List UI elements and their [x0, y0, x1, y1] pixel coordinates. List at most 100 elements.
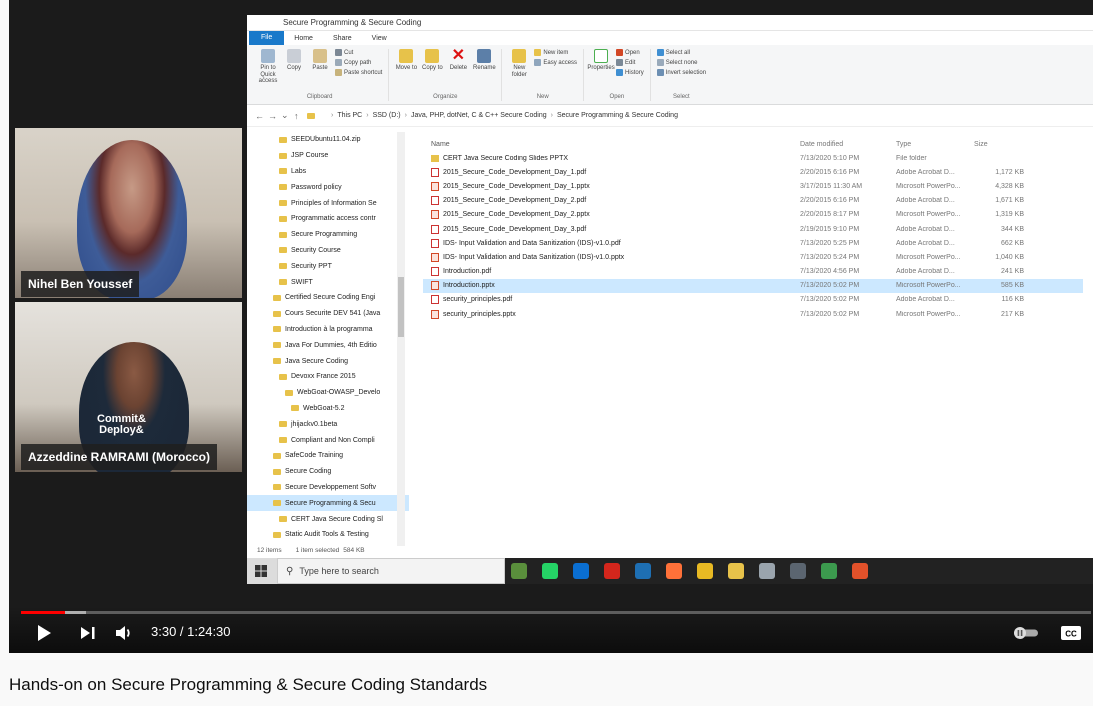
column-name[interactable]: Name [423, 141, 800, 148]
nav-item[interactable]: JSP Course [247, 148, 409, 164]
nav-item[interactable]: Introduction à la programma [247, 322, 409, 338]
rename-button[interactable]: Rename [473, 49, 496, 72]
app-icon[interactable] [852, 563, 868, 579]
folder-icon [279, 168, 287, 175]
file-row[interactable]: CERT Java Secure Coding Slides PPTX 7/13/… [423, 151, 1083, 165]
nav-item[interactable]: Certified Secure Coding Engi [247, 290, 409, 306]
tab-view[interactable]: View [362, 35, 397, 42]
nav-item[interactable]: CERT Java Secure Coding Sl [247, 511, 409, 527]
nav-item[interactable]: Static Audit Tools & Testing [247, 527, 409, 543]
column-size[interactable]: Size [974, 141, 1024, 148]
file-explorer-icon[interactable] [728, 563, 744, 579]
file-row[interactable]: Introduction.pptx 7/13/2020 5:02 PM Micros… [423, 278, 1083, 293]
properties-button[interactable]: Properties [587, 49, 615, 72]
nav-item[interactable]: Secure Developpement Softv [247, 480, 409, 496]
nav-item[interactable]: Password policy [247, 179, 409, 195]
copy-path-button[interactable]: Copy path [335, 59, 382, 66]
nav-item[interactable]: Security Course [247, 243, 409, 259]
captions-button[interactable]: CC [1060, 623, 1082, 643]
video-player[interactable]: Nihel Ben Youssef Commit& Deploy& Azzeddi… [9, 0, 1093, 653]
nav-item[interactable]: WebGoat-OWASP_Develo [247, 385, 409, 401]
file-row[interactable]: IDS- Input Validation and Data Sanitizat… [423, 236, 1083, 250]
nav-item[interactable]: SEEDUbuntu11.04.zip [247, 132, 409, 148]
file-row[interactable]: IDS- Input Validation and Data Sanitizat… [423, 250, 1083, 264]
mobaxterm-icon[interactable] [511, 563, 527, 579]
address-bar[interactable]: ← → ⌄ ↑ › This PC › SSD (D:) › Java, PHP… [247, 105, 1093, 127]
chrome-icon[interactable] [697, 563, 713, 579]
nav-item[interactable]: Devoxx France 2015 [247, 369, 409, 385]
up-arrow-icon[interactable]: ↑ [294, 111, 303, 121]
nav-item[interactable]: Java For Dummies, 4th Editio [247, 337, 409, 353]
nav-item[interactable]: Java Secure Coding [247, 353, 409, 369]
windows-start-icon[interactable] [255, 565, 267, 577]
invert-selection-button[interactable]: Invert selection [656, 69, 706, 76]
nav-item[interactable]: Principles of Information Se [247, 195, 409, 211]
edge-icon[interactable] [573, 563, 589, 579]
file-row[interactable]: 2015_Secure_Code_Development_Day_2.pdf 2/… [423, 194, 1083, 208]
file-row[interactable]: 2015_Secure_Code_Development_Day_1.pdf 2/… [423, 165, 1083, 179]
tab-file[interactable]: File [249, 31, 285, 45]
tool-icon[interactable] [759, 563, 775, 579]
nav-item[interactable]: jhijackv0.1beta [247, 416, 409, 432]
move-to-button[interactable]: Move to [395, 49, 417, 72]
tab-home[interactable]: Home [284, 35, 323, 42]
navigation-scrollbar[interactable] [397, 132, 405, 546]
paste-button[interactable]: Paste [309, 49, 331, 72]
terminal-icon[interactable] [790, 563, 806, 579]
network-icon[interactable] [821, 563, 837, 579]
nav-item[interactable]: SafeCode Training [247, 448, 409, 464]
virtualbox-icon[interactable] [635, 563, 651, 579]
file-row[interactable]: security_principles.pdf 7/13/2020 5:02 PM… [423, 293, 1083, 307]
back-arrow-icon[interactable]: ← [255, 111, 264, 121]
file-row[interactable]: 2015_Secure_Code_Development_Day_1.pptx 3… [423, 179, 1083, 193]
column-type[interactable]: Type [896, 141, 974, 148]
breadcrumb-drive[interactable]: SSD (D:) [373, 112, 401, 119]
breadcrumb-this-pc[interactable]: This PC [337, 112, 362, 119]
edit-button[interactable]: Edit [616, 59, 644, 66]
copy-button[interactable]: Copy [283, 49, 305, 72]
nav-item-label: SWIFT [291, 278, 313, 286]
nav-item[interactable]: Labs [247, 164, 409, 180]
new-item-button[interactable]: New item [534, 49, 577, 56]
nav-item[interactable]: Secure Coding [247, 464, 409, 480]
file-row[interactable]: Introduction.pdf 7/13/2020 4:56 PM Adobe A… [423, 265, 1083, 279]
next-button[interactable] [77, 622, 99, 644]
easy-access-button[interactable]: Easy access [534, 59, 577, 66]
file-row[interactable]: 2015_Secure_Code_Development_Day_3.pdf 2/… [423, 222, 1083, 236]
select-none-button[interactable]: Select none [656, 59, 706, 66]
firefox-icon[interactable] [666, 563, 682, 579]
cut-button[interactable]: Cut [335, 49, 382, 56]
nav-item[interactable]: WebGoat-5.2 [247, 401, 409, 417]
column-date[interactable]: Date modified [800, 141, 896, 148]
progress-bar[interactable] [21, 611, 1091, 614]
delete-button[interactable]: ✕ Delete [447, 48, 469, 72]
nav-item[interactable]: Programmatic access contr [247, 211, 409, 227]
navigation-scrollbar-thumb[interactable] [398, 277, 404, 337]
nav-item[interactable]: SWIFT [247, 274, 409, 290]
nav-item[interactable]: Secure Programming [247, 227, 409, 243]
chevron-down-icon[interactable]: ⌄ [281, 110, 290, 121]
tab-share[interactable]: Share [323, 35, 362, 42]
whatsapp-icon[interactable] [542, 563, 558, 579]
nav-item[interactable]: Secure Programming & Secu [247, 495, 409, 512]
breadcrumb-current-folder[interactable]: Secure Programming & Secure Coding [557, 112, 678, 119]
file-row[interactable]: 2015_Secure_Code_Development_Day_2.pptx 2… [423, 208, 1083, 222]
taskbar-search-box[interactable]: ⚲ Type here to search [277, 558, 505, 584]
select-all-button[interactable]: Select all [656, 49, 706, 56]
forward-arrow-icon[interactable]: → [268, 111, 277, 121]
autoplay-toggle[interactable] [1012, 625, 1040, 641]
volume-button[interactable] [113, 622, 135, 644]
acrobat-icon[interactable] [604, 563, 620, 579]
breadcrumb-parent-folder[interactable]: Java, PHP, dotNet, C & C++ Secure Coding [411, 112, 547, 119]
nav-item[interactable]: Cours Securite DEV 541 (Java [247, 306, 409, 322]
new-folder-button[interactable]: New folder [508, 49, 530, 78]
nav-item[interactable]: Security PPT [247, 258, 409, 274]
paste-shortcut-button[interactable]: Paste shortcut [335, 69, 382, 76]
history-button[interactable]: History [616, 69, 644, 76]
play-button[interactable] [33, 622, 55, 644]
nav-item[interactable]: Compliant and Non Compli [247, 432, 409, 448]
open-button[interactable]: Open [616, 49, 644, 56]
file-row[interactable]: security_principles.pptx 7/13/2020 5:02 P… [423, 307, 1083, 321]
pin-quick-access-button[interactable]: Pin to Quick access [257, 49, 279, 85]
copy-to-button[interactable]: Copy to [421, 49, 443, 72]
